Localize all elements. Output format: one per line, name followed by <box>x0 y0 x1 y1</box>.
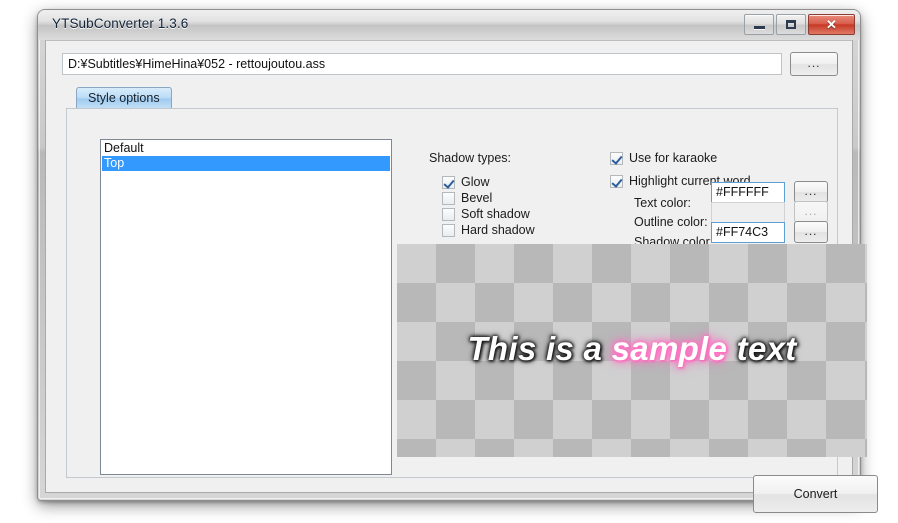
checkbox-use-for-karaoke-label: Use for karaoke <box>629 151 718 165</box>
checkbox-glow-label: Glow <box>461 175 490 189</box>
checkbox-hard-shadow[interactable]: Hard shadow <box>442 223 535 237</box>
checkbox-highlight-current-word-box[interactable] <box>610 174 623 188</box>
tab-strip: Style options <box>76 87 838 109</box>
list-item[interactable]: Top <box>102 156 390 171</box>
title-bar[interactable]: YTSubConverter 1.3.6 ✕ <box>38 10 860 40</box>
checkbox-use-for-karaoke[interactable]: Use for karaoke <box>610 151 717 165</box>
outline-color-picker-button: ... <box>794 201 828 223</box>
shadow-color-picker-button[interactable]: ... <box>794 221 828 243</box>
list-item[interactable]: Default <box>102 141 390 156</box>
style-list[interactable]: Default Top <box>100 139 392 475</box>
checkbox-soft-shadow-label: Soft shadow <box>461 207 530 221</box>
text-color-picker-button[interactable]: ... <box>794 181 828 203</box>
preview-text-highlight: sample <box>611 330 728 367</box>
window-controls: ✕ <box>744 14 855 35</box>
minimize-button[interactable] <box>744 14 774 35</box>
checkbox-glow[interactable]: Glow <box>442 175 489 189</box>
preview-text-before: This is a <box>467 330 612 367</box>
checkbox-hard-shadow-label: Hard shadow <box>461 223 535 237</box>
convert-button[interactable]: Convert <box>753 475 878 513</box>
close-button[interactable]: ✕ <box>808 14 855 35</box>
checkbox-soft-shadow[interactable]: Soft shadow <box>442 207 530 221</box>
text-color-input[interactable]: #FFFFFF <box>711 182 785 203</box>
close-icon: ✕ <box>826 17 837 32</box>
minimize-icon <box>753 26 765 29</box>
checkbox-use-for-karaoke-box[interactable] <box>610 151 623 165</box>
client-area: D:¥Subtitles¥HimeHina¥052 - rettoujoutou… <box>45 40 878 513</box>
maximize-button[interactable] <box>776 14 806 35</box>
checkbox-bevel-label: Bevel <box>461 191 493 205</box>
outline-color-label: Outline color: <box>634 215 708 229</box>
outline-color-input <box>711 202 785 223</box>
preview-text: This is a sample text <box>397 330 867 368</box>
subtitle-preview: This is a sample text <box>397 244 867 457</box>
app-window: YTSubConverter 1.3.6 ✕ D:¥Subtitles¥Hime… <box>38 10 878 513</box>
maximize-icon <box>786 20 796 29</box>
checkbox-glow-box[interactable] <box>442 175 455 189</box>
file-path-input[interactable]: D:¥Subtitles¥HimeHina¥052 - rettoujoutou… <box>62 53 782 75</box>
shadow-color-input[interactable]: #FF74C3 <box>711 222 785 243</box>
screenshot-root: YTSubConverter 1.3.6 ✕ D:¥Subtitles¥Hime… <box>0 0 898 523</box>
checkbox-soft-shadow-box[interactable] <box>442 207 455 221</box>
preview-text-after: text <box>727 330 797 367</box>
text-color-label: Text color: <box>634 196 691 210</box>
checkbox-hard-shadow-box[interactable] <box>442 223 455 237</box>
checkbox-bevel[interactable]: Bevel <box>442 191 492 205</box>
tab-style-options[interactable]: Style options <box>76 87 172 109</box>
window-title: YTSubConverter 1.3.6 <box>52 16 189 31</box>
shadow-types-heading: Shadow types: <box>429 151 511 165</box>
browse-file-button[interactable]: ... <box>790 52 838 76</box>
checkbox-bevel-box[interactable] <box>442 191 455 205</box>
